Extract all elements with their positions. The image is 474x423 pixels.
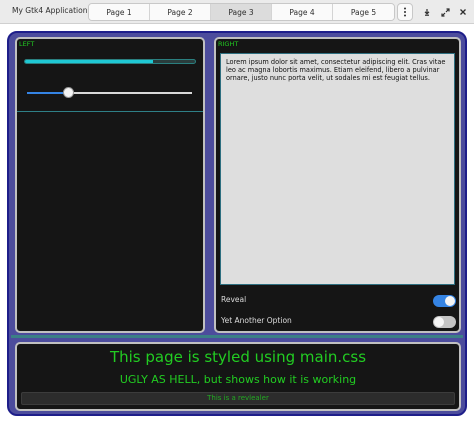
- reveal-label: Reveal: [221, 295, 247, 304]
- switch-knob: [445, 296, 455, 306]
- styled-subheading: UGLY AS HELL, but shows how it is workin…: [119, 373, 357, 386]
- main-frame: LEFT RIGHT Lorem ipsum dolor sit amet, c…: [7, 31, 467, 416]
- styled-heading: This page is styled using main.css: [109, 348, 367, 366]
- maximize-button[interactable]: [438, 5, 452, 19]
- progress-fill: [25, 60, 153, 63]
- close-icon: [460, 9, 466, 15]
- tab-page-4[interactable]: Page 4: [272, 4, 333, 20]
- right-panel-label: RIGHT: [218, 40, 239, 48]
- minimize-icon: [424, 9, 430, 16]
- left-panel-label: LEFT: [19, 40, 35, 48]
- slider-handle[interactable]: [62, 87, 74, 98]
- progress-bar: [24, 59, 196, 64]
- switch-knob: [434, 317, 444, 327]
- minimize-button[interactable]: [420, 5, 434, 19]
- left-panel: LEFT: [15, 37, 205, 333]
- maximize-icon: [440, 7, 450, 17]
- divider: [17, 111, 203, 112]
- text-view[interactable]: Lorem ipsum dolor sit amet, consectetur …: [220, 53, 455, 285]
- close-button[interactable]: [456, 5, 470, 19]
- tab-page-1[interactable]: Page 1: [89, 4, 150, 20]
- bottom-panel: This page is styled using main.css UGLY …: [15, 342, 461, 411]
- revealer: This is a revlealer: [21, 392, 455, 405]
- another-option-switch[interactable]: [433, 316, 456, 328]
- slider[interactable]: [27, 87, 192, 98]
- menu-button[interactable]: [397, 3, 413, 21]
- tab-page-2[interactable]: Page 2: [150, 4, 211, 20]
- header-bar: My Gtk4 Application Page 1 Page 2 Page 3…: [0, 0, 474, 24]
- pane-separator[interactable]: [11, 335, 463, 338]
- vertical-ellipsis-icon: [404, 7, 406, 17]
- app-title: My Gtk4 Application: [12, 6, 88, 15]
- right-panel: RIGHT Lorem ipsum dolor sit amet, consec…: [214, 37, 461, 333]
- tab-page-5[interactable]: Page 5: [333, 4, 394, 20]
- tab-page-3[interactable]: Page 3: [211, 4, 272, 20]
- reveal-switch[interactable]: [433, 295, 456, 307]
- page-tabs: Page 1 Page 2 Page 3 Page 4 Page 5: [88, 3, 395, 21]
- another-option-label: Yet Another Option: [221, 316, 292, 325]
